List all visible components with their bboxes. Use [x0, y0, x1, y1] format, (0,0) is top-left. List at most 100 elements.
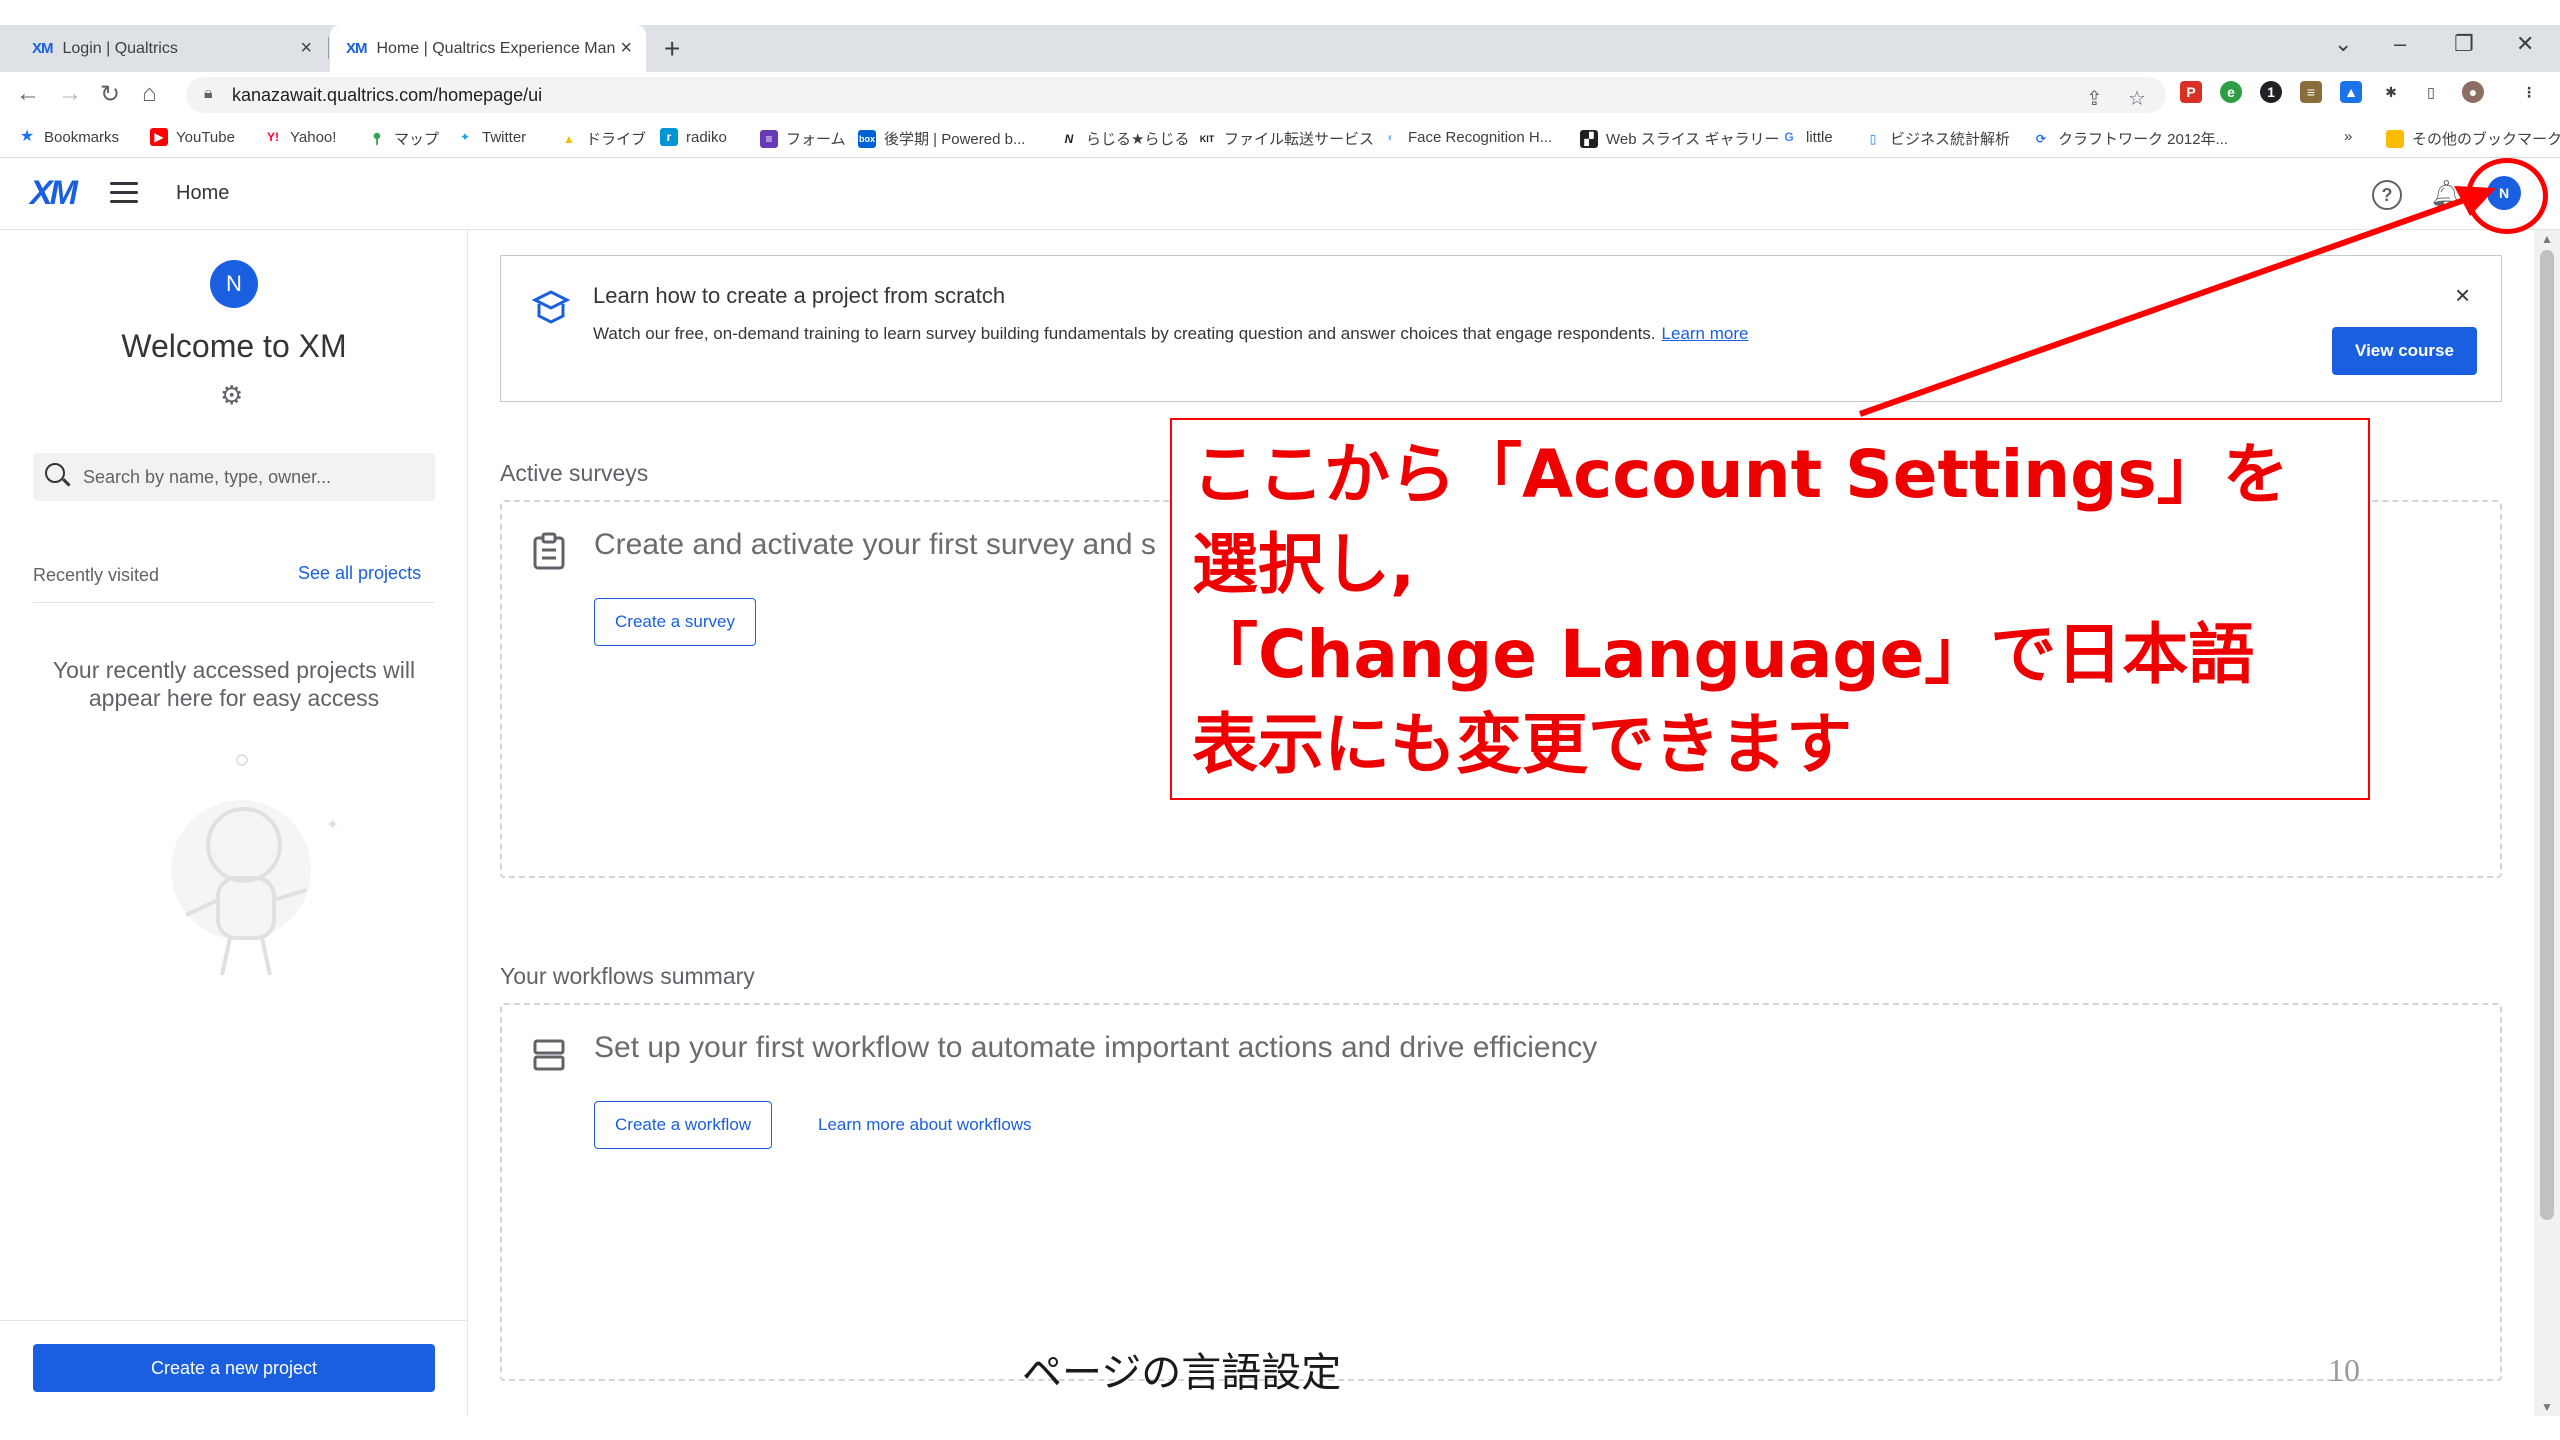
other-bookmarks[interactable]: その他のブックマーク: [2386, 128, 2560, 149]
bookmark-item[interactable]: ≡ フォーム: [760, 128, 846, 149]
reload-icon[interactable]: ↻: [100, 80, 120, 109]
bookmark-item[interactable]: KIT ファイル転送サービス: [1198, 128, 1374, 149]
bookmark-item[interactable]: Glittle: [1780, 128, 1833, 146]
bookmark-item[interactable]: N らじる★らじる: [1060, 128, 1189, 149]
bookmark-label: YouTube: [176, 128, 235, 146]
bookmark-item[interactable]: box 後学期 | Powered b...: [858, 128, 1025, 149]
search-input[interactable]: Search by name, type, owner...: [33, 453, 435, 501]
restore-icon[interactable]: ❐: [2454, 31, 2474, 57]
banner-description: Watch our free, on-demand training to le…: [593, 324, 1748, 344]
browser-tab-home[interactable]: XM Home | Qualtrics Experience Man ×: [330, 25, 646, 72]
annotation-circle: [2466, 158, 2548, 234]
tab-label: Login | Qualtrics: [62, 39, 178, 57]
bookmark-label: radiko: [686, 128, 727, 146]
tab-search-chevron-icon[interactable]: ⌄: [2334, 31, 2352, 57]
workflows-heading: Set up your first workflow to automate i…: [594, 1031, 1598, 1064]
page-title: Home: [176, 182, 230, 204]
scroll-down-icon[interactable]: ▼: [2541, 1400, 2553, 1414]
learn-more-link[interactable]: Learn more: [1662, 324, 1749, 343]
tab-separator: [328, 37, 329, 59]
empty-message-line: appear here for easy access: [88, 685, 380, 711]
qualtrics-favicon-icon: XM: [346, 40, 367, 57]
bookmark-item[interactable]: ★ Bookmarks: [18, 128, 119, 146]
bookmark-item[interactable]: ✦ Twitter: [456, 128, 526, 146]
bookmark-label: Twitter: [482, 128, 527, 146]
browser-tab-login[interactable]: XM Login | Qualtrics ×: [16, 25, 326, 72]
workflows-panel: Set up your first workflow to automate i…: [500, 1003, 2502, 1381]
share-icon[interactable]: ⇪: [2086, 86, 2103, 111]
face-icon: ◐: [1382, 128, 1400, 146]
xm-logo[interactable]: XM: [30, 174, 78, 213]
kit-icon: KIT: [1198, 129, 1216, 148]
minimize-icon[interactable]: –: [2394, 31, 2406, 57]
create-new-project-button[interactable]: Create a new project: [33, 1344, 435, 1392]
see-all-projects-link[interactable]: See all projects: [298, 563, 421, 584]
side-panel-icon[interactable]: ▯: [2420, 81, 2442, 103]
browser-menu-icon[interactable]: ⋮: [2518, 81, 2540, 103]
create-workflow-button[interactable]: Create a workflow: [594, 1101, 773, 1149]
bookmark-label: フォーム: [786, 131, 846, 148]
bookmark-label: Face Recognition H...: [1408, 128, 1553, 146]
bookmark-label: Web スライス ギャラリー: [1606, 131, 1780, 148]
hamburger-menu-icon[interactable]: [110, 182, 138, 203]
radiko-icon: r: [660, 128, 678, 146]
bookmark-item[interactable]: ▶ YouTube: [150, 128, 235, 146]
bookmark-label: ビジネス統計解析: [1890, 131, 2011, 148]
workflow-icon: [533, 1039, 565, 1071]
active-surveys-title: Active surveys: [500, 460, 649, 486]
gear-icon[interactable]: ⚙: [220, 380, 243, 411]
back-icon[interactable]: ←: [16, 80, 40, 108]
qualtrics-favicon-icon: XM: [32, 40, 53, 57]
doc-icon: ▯: [1864, 129, 1882, 148]
home-icon[interactable]: ⌂: [142, 80, 157, 108]
bookmark-item[interactable]: Y! Yahoo!: [264, 128, 336, 146]
annotation-callout: ここから「Account Settings」を 選択し, 「Change Lan…: [1170, 418, 2370, 800]
bookmark-item[interactable]: ⟳ クラフトワーク 2012年...: [2032, 128, 2228, 149]
yahoo-icon: Y!: [264, 128, 282, 146]
window-close-icon[interactable]: ✕: [2516, 31, 2534, 57]
forms-icon: ≡: [760, 129, 778, 148]
tab-close-icon[interactable]: ×: [300, 37, 312, 60]
search-placeholder: Search by name, type, owner...: [83, 467, 332, 487]
banner-description-text: Watch our free, on-demand training to le…: [593, 324, 1656, 343]
avatar: N: [210, 260, 258, 308]
new-tab-icon[interactable]: +: [664, 33, 680, 65]
extension-hat-icon[interactable]: ▲: [2340, 81, 2362, 103]
address-bar-row: ← → ↻ ⌂ 🔒︎ kanazawait.qualtrics.com/home…: [0, 72, 2560, 118]
extension-1-icon[interactable]: 1: [2260, 81, 2282, 103]
annotation-line: 選択し,: [1192, 526, 1416, 603]
bookmark-star-icon[interactable]: ☆: [2128, 86, 2146, 111]
bookmark-label: らじる★らじる: [1086, 131, 1190, 148]
lock-icon: 🔒︎: [204, 85, 213, 102]
bookmark-item[interactable]: ▯ ビジネス統計解析: [1864, 128, 2010, 149]
clipboard-icon: [533, 532, 565, 570]
learn-more-workflows-link[interactable]: Learn more about workflows: [818, 1101, 1032, 1149]
star-icon: ★: [18, 128, 36, 146]
welcome-heading: Welcome to XM: [121, 328, 347, 364]
annotation-line: 「Change Language」で日本語: [1192, 616, 2255, 693]
bookmark-item[interactable]: ▲ ドライブ: [560, 128, 646, 149]
youtube-icon: ▶: [150, 128, 168, 146]
bookmark-label: Yahoo!: [290, 128, 337, 146]
forward-icon[interactable]: →: [58, 80, 82, 108]
twitter-icon: ✦: [456, 128, 474, 146]
bookmarks-overflow-icon[interactable]: »: [2344, 128, 2352, 145]
bookmark-item[interactable]: r radiko: [660, 128, 727, 146]
create-survey-button[interactable]: Create a survey: [594, 598, 756, 646]
bookmark-item[interactable]: 📍︎ マップ: [368, 128, 439, 149]
search-icon: [45, 463, 65, 483]
bookmark-item[interactable]: ▞ Web スライス ギャラリー: [1580, 128, 1779, 149]
extensions-puzzle-icon[interactable]: ✱: [2380, 81, 2402, 103]
empty-recent-message: Your recently accessed projects will app…: [33, 656, 435, 712]
svg-text:✦: ✦: [326, 817, 339, 834]
workflows-title: Your workflows summary: [500, 963, 755, 989]
url-field[interactable]: 🔒︎ kanazawait.qualtrics.com/homepage/ui …: [186, 77, 2166, 113]
evernote-extension-icon[interactable]: e: [2220, 81, 2242, 103]
profile-avatar-icon[interactable]: ●: [2462, 81, 2484, 103]
tab-close-icon[interactable]: ×: [620, 37, 632, 60]
bookmark-item[interactable]: ◐ Face Recognition H...: [1382, 128, 1552, 146]
annotation-text: ここから「Account Settings」を 選択し, 「Change Lan…: [1192, 430, 2362, 790]
extension-clipboard-icon[interactable]: ≡: [2300, 81, 2322, 103]
astronaut-illustration-icon: ✦: [171, 754, 339, 976]
extension-p-icon[interactable]: P: [2180, 81, 2202, 103]
